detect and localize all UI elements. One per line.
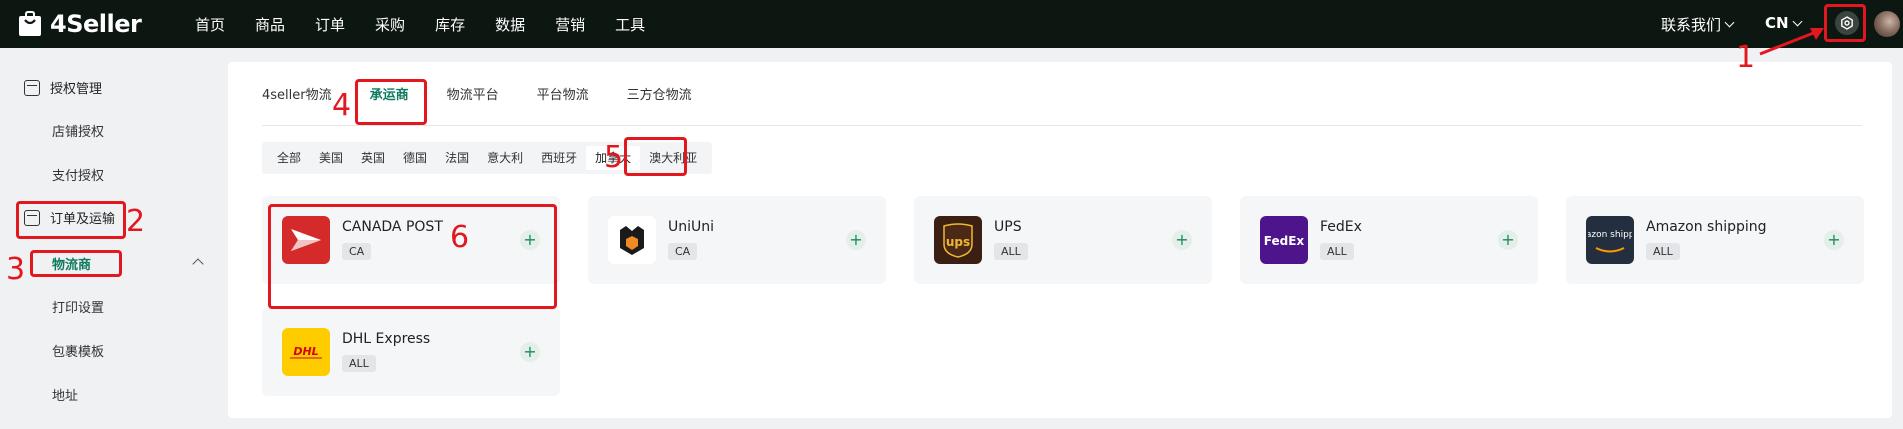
nav-purchase[interactable]: 采购 <box>375 14 405 35</box>
annotation-box-5 <box>624 137 687 176</box>
carrier-region-badge: ALL <box>1646 243 1680 260</box>
region-all[interactable]: 全部 <box>268 146 310 170</box>
add-carrier-button[interactable]: + <box>520 342 540 362</box>
uniuni-logo <box>608 216 656 264</box>
sidebar-group-label: 授权管理 <box>50 82 103 97</box>
svg-text:DHL: DHL <box>293 345 318 358</box>
carrier-name: UPS <box>994 219 1022 235</box>
nav-products[interactable]: 商品 <box>255 14 285 35</box>
annotation-number-6: 6 <box>450 220 470 255</box>
annotation-box-4 <box>355 79 427 125</box>
region-es[interactable]: 西班牙 <box>532 146 586 170</box>
carrier-name: FedEx <box>1320 219 1362 235</box>
annotation-box-2 <box>16 201 126 239</box>
annotation-number-2: 2 <box>126 204 146 239</box>
carrier-name: DHL Express <box>342 331 431 347</box>
annotation-arrow <box>1759 28 1824 56</box>
carrier-region-badge: ALL <box>994 243 1028 260</box>
sidebar-group-authorization[interactable]: 授权管理 <box>24 78 102 97</box>
nav-inventory[interactable]: 库存 <box>435 14 465 35</box>
carrier-card-uniuni[interactable]: UniUni CA + <box>588 196 886 284</box>
sidebar-item-package-templates[interactable]: 包裹模板 <box>52 341 104 360</box>
carrier-name: Amazon shipping <box>1646 219 1767 235</box>
tab-logistics-platform[interactable]: 物流平台 <box>447 84 499 103</box>
add-carrier-button[interactable]: + <box>1824 230 1844 250</box>
add-carrier-button[interactable]: + <box>1498 230 1518 250</box>
contact-us-label: 联系我们 <box>1661 16 1722 34</box>
svg-text:ups: ups <box>946 235 970 249</box>
annotation-number-4: 4 <box>332 88 352 123</box>
top-bar: 4Seller 首页 商品 订单 采购 库存 数据 营销 工具 联系我们 CN <box>0 0 1903 48</box>
chevron-up-icon[interactable] <box>192 258 204 270</box>
annotation-number-1: 1 <box>1736 40 1756 75</box>
add-carrier-button[interactable]: + <box>846 230 866 250</box>
region-us[interactable]: 美国 <box>310 146 352 170</box>
annotation-number-5: 5 <box>604 140 624 175</box>
sidebar-item-print-settings[interactable]: 打印设置 <box>52 297 104 316</box>
tab-bar: 4seller物流 承运商 物流平台 平台物流 三方仓物流 <box>262 62 1862 126</box>
annotation-box-3 <box>30 250 122 277</box>
tab-3pl-warehouse[interactable]: 三方仓物流 <box>627 84 692 103</box>
key-card-icon <box>24 79 40 96</box>
carrier-card-fedex[interactable]: FedEx FedEx ALL + <box>1240 196 1538 284</box>
svg-text:FedEx: FedEx <box>1264 234 1305 248</box>
annotation-number-3: 3 <box>6 252 26 287</box>
nav-marketing[interactable]: 营销 <box>555 14 585 35</box>
fedex-logo: FedEx <box>1260 216 1308 264</box>
tab-platform-logistics[interactable]: 平台物流 <box>537 84 589 103</box>
region-fr[interactable]: 法国 <box>436 146 478 170</box>
main-nav: 首页 商品 订单 采购 库存 数据 营销 工具 <box>195 0 675 48</box>
annotation-box-1 <box>1824 4 1866 42</box>
region-it[interactable]: 意大利 <box>478 146 532 170</box>
nav-tools[interactable]: 工具 <box>615 14 645 35</box>
carrier-name: UniUni <box>668 219 715 235</box>
sidebar-item-payment-auth[interactable]: 支付授权 <box>52 165 104 184</box>
logo-text: 4Seller <box>50 10 142 38</box>
region-de[interactable]: 德国 <box>394 146 436 170</box>
contact-us-menu[interactable]: 联系我们 <box>1661 14 1735 35</box>
add-carrier-button[interactable]: + <box>1172 230 1192 250</box>
carrier-card-ups[interactable]: ups UPS ALL + <box>914 196 1212 284</box>
ups-logo: ups <box>934 216 982 264</box>
sidebar-item-address[interactable]: 地址 <box>52 385 78 404</box>
nav-orders[interactable]: 订单 <box>315 14 345 35</box>
sidebar-item-store-auth[interactable]: 店铺授权 <box>52 121 104 140</box>
carrier-card-amazon-shipping[interactable]: amazon shipping Amazon shipping ALL + <box>1566 196 1864 284</box>
carrier-region-badge: ALL <box>1320 243 1354 260</box>
tab-4seller-logistics[interactable]: 4seller物流 <box>262 84 332 103</box>
carrier-region-badge: CA <box>668 243 698 260</box>
avatar[interactable] <box>1874 11 1900 37</box>
region-uk[interactable]: 英国 <box>352 146 394 170</box>
amazon-shipping-logo: amazon shipping <box>1586 216 1634 264</box>
nav-home[interactable]: 首页 <box>195 14 225 35</box>
nav-data[interactable]: 数据 <box>495 14 525 35</box>
carrier-region-badge: ALL <box>342 355 376 372</box>
annotation-box-6 <box>268 204 557 309</box>
chevron-down-icon <box>1724 17 1735 28</box>
logo[interactable]: 4Seller <box>18 10 142 38</box>
dhl-logo: DHL <box>282 328 330 376</box>
carrier-card-dhl-express[interactable]: DHL DHL Express ALL + <box>262 308 560 396</box>
svg-text:amazon shipping: amazon shipping <box>1588 230 1632 240</box>
shopping-bag-icon <box>19 11 41 36</box>
